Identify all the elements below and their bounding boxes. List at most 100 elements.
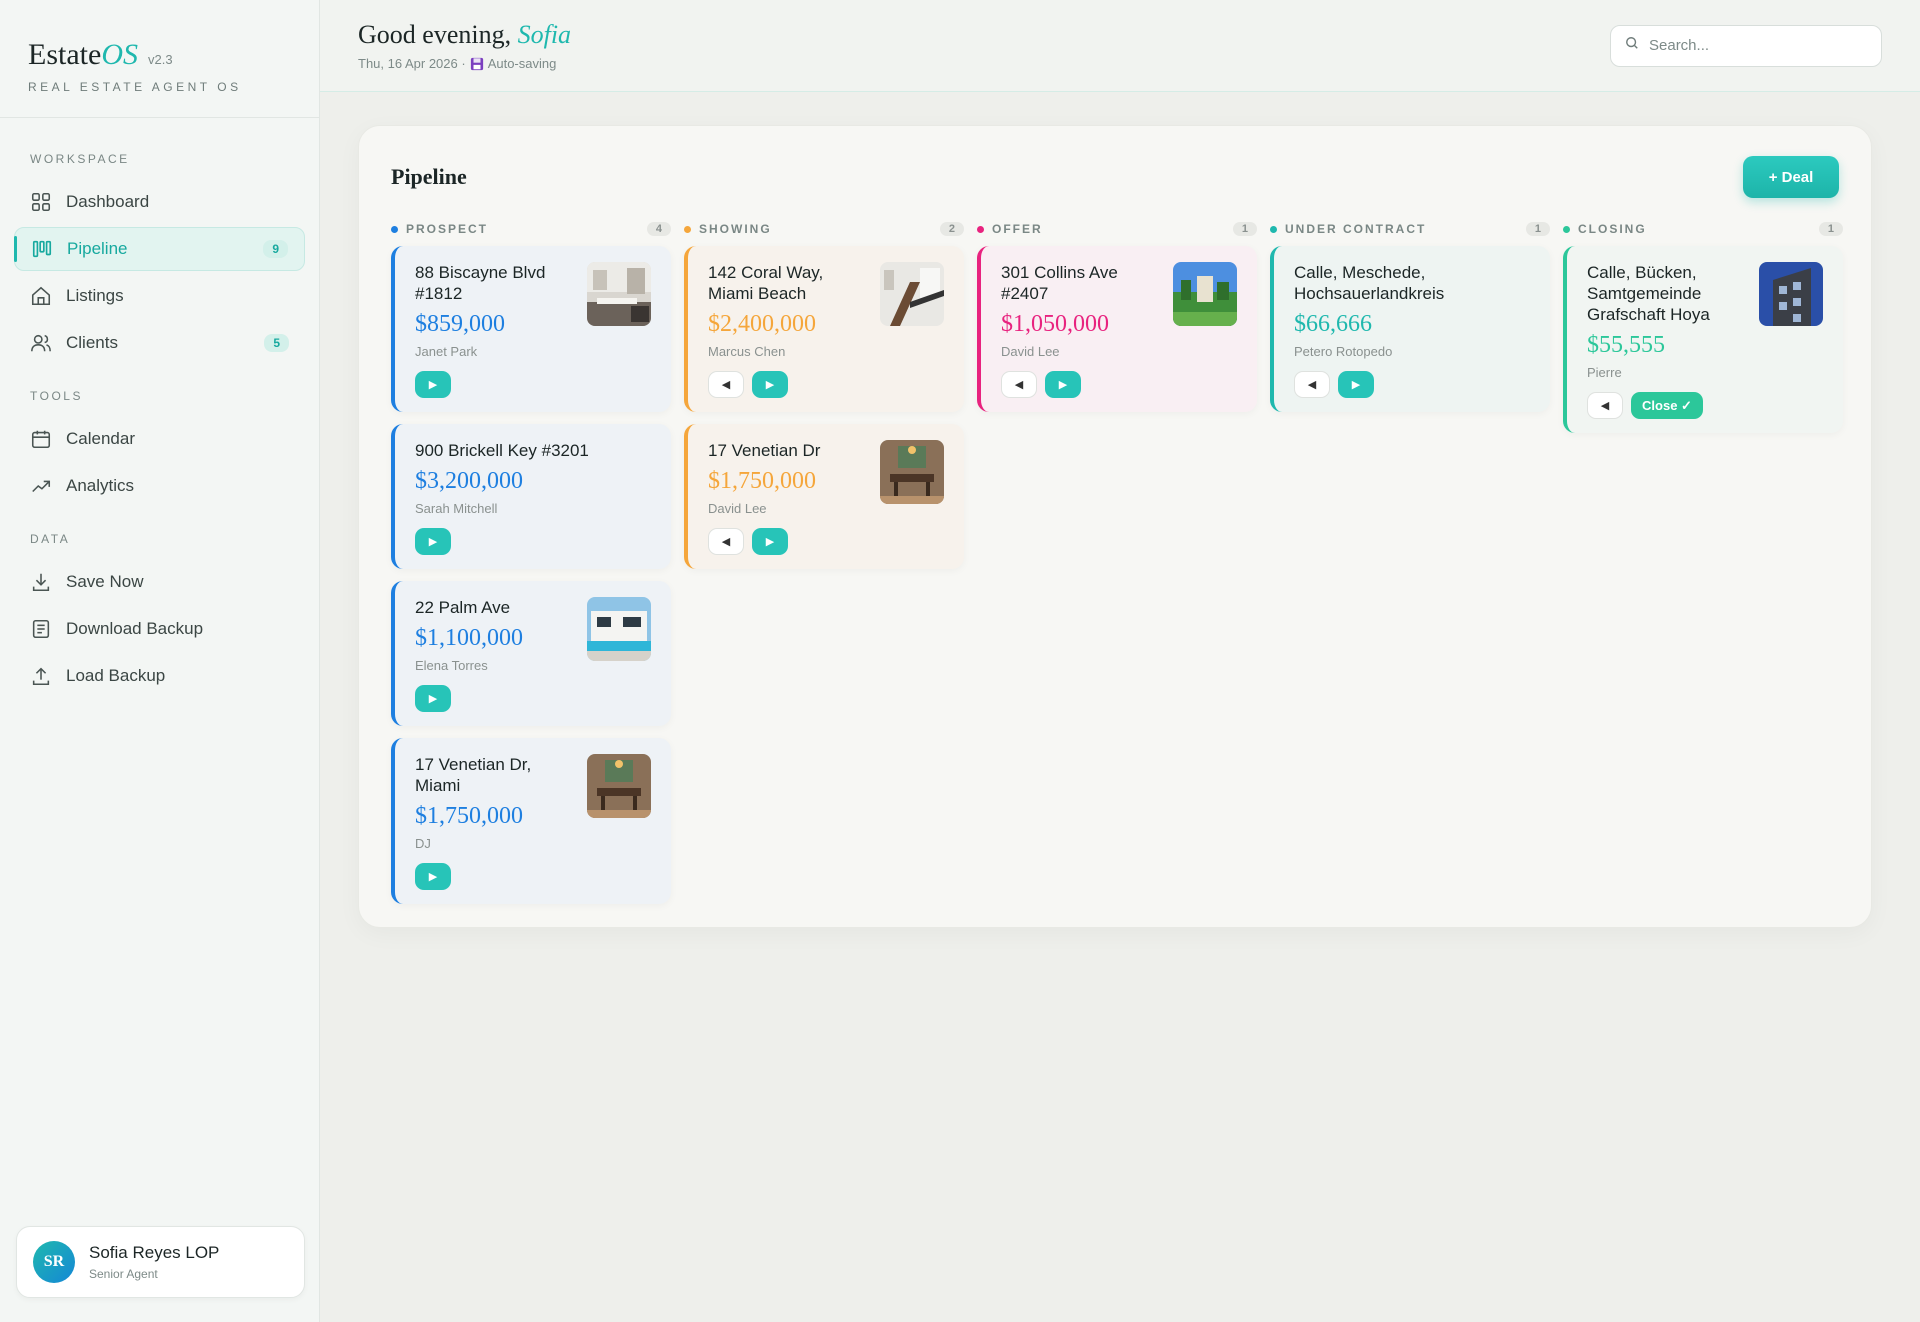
- clients-count-badge: 5: [264, 334, 289, 352]
- pipeline-panel: Pipeline + Deal PROSPECT 4 88 Biscayne B…: [358, 125, 1872, 928]
- column-dot: [1563, 225, 1570, 233]
- deal-client: Pierre: [1587, 365, 1622, 380]
- deal-card[interactable]: 22 Palm Ave $1,100,000 Elena Torres ▶: [391, 581, 671, 726]
- advance-stage-button[interactable]: ▶: [415, 863, 451, 890]
- property-thumbnail: [880, 440, 944, 504]
- deal-price: $55,555: [1587, 332, 1665, 358]
- column-header: SHOWING 2: [684, 218, 964, 240]
- brand-os: OS: [101, 38, 138, 71]
- deal-card[interactable]: 301 Collins Ave #2407 $1,050,000 David L…: [977, 246, 1257, 412]
- deal-address: 142 Coral Way, Miami Beach: [708, 263, 824, 303]
- previous-stage-button[interactable]: ◀: [708, 528, 744, 555]
- current-date: Thu, 16 Apr 2026 ·: [358, 56, 466, 71]
- property-thumbnail: [587, 754, 651, 818]
- deal-card[interactable]: 17 Venetian Dr $1,750,000 David Lee ◀ ▶: [684, 424, 964, 569]
- deal-card[interactable]: Calle, Bücken, Samtgemeinde Grafschaft H…: [1563, 246, 1843, 433]
- deal-price: $3,200,000: [415, 468, 523, 494]
- close-deal-button[interactable]: Close ✓: [1631, 392, 1703, 419]
- deal-card[interactable]: Calle, Meschede, Hochsauerlandkreis $66,…: [1270, 246, 1550, 412]
- section-data: DATA: [30, 532, 71, 546]
- previous-stage-button[interactable]: ◀: [1294, 371, 1330, 398]
- sidebar-item-label: Listings: [66, 286, 124, 305]
- calendar-icon: [30, 428, 52, 450]
- deal-address: 301 Collins Ave #2407: [1001, 263, 1118, 303]
- panel-title: Pipeline: [391, 164, 467, 189]
- search-input[interactable]: [1649, 37, 1849, 54]
- column-title: UNDER CONTRACT: [1285, 222, 1427, 236]
- column-dot: [1270, 225, 1277, 233]
- sidebar-item-download-backup[interactable]: Download Backup: [14, 607, 305, 651]
- pipeline-count-badge: 9: [263, 240, 288, 258]
- sidebar-item-label: Pipeline: [67, 239, 128, 258]
- section-tools: TOOLS: [30, 389, 83, 403]
- advance-stage-button[interactable]: ▶: [415, 371, 451, 398]
- user-card[interactable]: SR Sofia Reyes LOP Senior Agent: [16, 1226, 305, 1298]
- deal-address: 22 Palm Ave: [415, 598, 511, 617]
- brand: Estate OS v2.3 REAL ESTATE AGENT OS: [0, 0, 319, 118]
- advance-stage-button[interactable]: ▶: [1045, 371, 1081, 398]
- user-name: Sofia Reyes LOP: [89, 1243, 220, 1262]
- column-title: PROSPECT: [406, 222, 489, 236]
- users-icon: [30, 332, 52, 354]
- column-count: 1: [1232, 222, 1257, 236]
- deal-card[interactable]: 88 Biscayne Blvd #1812 $859,000 Janet Pa…: [391, 246, 671, 412]
- search-box[interactable]: [1610, 24, 1882, 67]
- deal-address: 900 Brickell Key #3201: [415, 441, 589, 460]
- sidebar-item-load-backup[interactable]: Load Backup: [14, 654, 305, 698]
- add-deal-button[interactable]: + Deal: [1743, 156, 1839, 198]
- avatar: SR: [33, 1241, 75, 1283]
- column-title: CLOSING: [1578, 222, 1647, 236]
- column-under-contract: UNDER CONTRACT 1 Calle, Meschede, Hochsa…: [1270, 218, 1550, 916]
- sidebar-item-clients[interactable]: Clients 5: [14, 321, 305, 365]
- property-thumbnail: [587, 262, 651, 326]
- previous-stage-button[interactable]: ◀: [1587, 392, 1623, 419]
- column-count: 1: [1818, 222, 1843, 236]
- column-header: PROSPECT 4: [391, 218, 671, 240]
- deal-client: David Lee: [1001, 344, 1060, 359]
- column-dot: [684, 225, 691, 233]
- date-status-line: Thu, 16 Apr 2026 · Auto-saving: [358, 56, 571, 71]
- advance-stage-button[interactable]: ▶: [752, 371, 788, 398]
- deal-address: Calle, Meschede, Hochsauerlandkreis: [1294, 263, 1445, 303]
- deal-card[interactable]: 900 Brickell Key #3201 $3,200,000 Sarah …: [391, 424, 671, 569]
- deal-card[interactable]: 17 Venetian Dr, Miami $1,750,000 DJ ▶: [391, 738, 671, 904]
- advance-stage-button[interactable]: ▶: [752, 528, 788, 555]
- property-thumbnail: [587, 597, 651, 661]
- advance-stage-button[interactable]: ▶: [415, 685, 451, 712]
- brand-subtitle: REAL ESTATE AGENT OS: [28, 80, 242, 94]
- greeting: Good evening, Sofia: [358, 20, 571, 50]
- sidebar-item-save-now[interactable]: Save Now: [14, 560, 305, 604]
- deal-card[interactable]: 142 Coral Way, Miami Beach $2,400,000 Ma…: [684, 246, 964, 412]
- home-icon: [30, 285, 52, 307]
- column-offer: OFFER 1 301 Collins Ave #2407 $1,050,000…: [977, 218, 1257, 916]
- property-thumbnail: [1173, 262, 1237, 326]
- sidebar-item-dashboard[interactable]: Dashboard: [14, 180, 305, 224]
- advance-stage-button[interactable]: ▶: [1338, 371, 1374, 398]
- column-title: OFFER: [992, 222, 1043, 236]
- greeting-name: Sofia: [517, 20, 572, 49]
- floppy-icon: [470, 57, 484, 71]
- deal-client: Sarah Mitchell: [415, 501, 498, 516]
- sidebar-item-analytics[interactable]: Analytics: [14, 464, 305, 508]
- column-count: 2: [939, 222, 964, 236]
- advance-stage-button[interactable]: ▶: [415, 528, 451, 555]
- sidebar-item-listings[interactable]: Listings: [14, 274, 305, 318]
- download-icon: [30, 571, 52, 593]
- sidebar-item-pipeline[interactable]: Pipeline 9: [14, 227, 305, 271]
- topbar: Good evening, Sofia Thu, 16 Apr 2026 · A…: [320, 0, 1920, 92]
- autosave-status: Auto-saving: [487, 56, 557, 71]
- previous-stage-button[interactable]: ◀: [708, 371, 744, 398]
- user-role: Senior Agent: [89, 1267, 158, 1281]
- sidebar: Estate OS v2.3 REAL ESTATE AGENT OS WORKS…: [0, 0, 320, 1322]
- column-dot: [391, 225, 398, 233]
- column-header: UNDER CONTRACT 1: [1270, 218, 1550, 240]
- property-thumbnail: [880, 262, 944, 326]
- sidebar-item-calendar[interactable]: Calendar: [14, 417, 305, 461]
- trend-icon: [30, 475, 52, 497]
- deal-address: Calle, Bücken, Samtgemeinde Grafschaft H…: [1587, 263, 1710, 324]
- column-title: SHOWING: [699, 222, 772, 236]
- sidebar-item-label: Analytics: [66, 476, 135, 495]
- grid-icon: [30, 191, 52, 213]
- brand-name: Estate: [28, 38, 102, 71]
- previous-stage-button[interactable]: ◀: [1001, 371, 1037, 398]
